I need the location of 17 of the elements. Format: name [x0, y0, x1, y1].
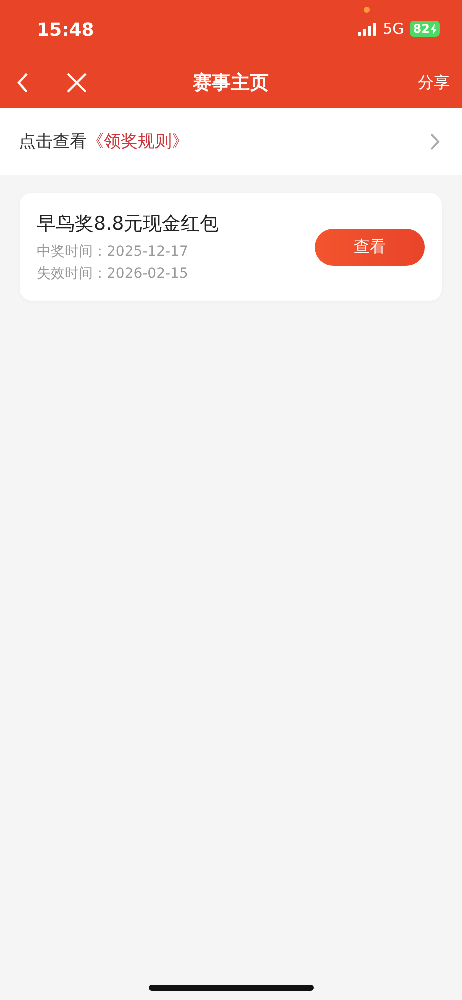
status-time: 15:48 — [37, 20, 94, 40]
rules-prompt: 点击查看 — [19, 131, 87, 153]
win-time: 中奖时间：2025-12-17 — [37, 243, 190, 261]
expire-time: 失效时间：2026-02-15 — [37, 265, 190, 283]
page-title: 赛事主页 — [193, 71, 269, 96]
share-button[interactable]: 分享 — [418, 72, 450, 94]
prize-title: 早鸟奖8.8元现金红包 — [37, 212, 220, 237]
chevron-left-icon — [16, 72, 30, 94]
privacy-indicator-icon — [364, 7, 370, 13]
network-label: 5G — [383, 20, 404, 38]
chevron-right-icon[interactable] — [430, 132, 440, 150]
charging-bolt-icon — [431, 24, 437, 34]
rules-link[interactable]: 《领奖规则》 — [87, 130, 189, 153]
close-icon — [66, 72, 88, 94]
battery-level: 82 — [413, 22, 430, 36]
view-button[interactable]: 查看 — [315, 228, 425, 266]
signal-icon — [358, 22, 378, 36]
